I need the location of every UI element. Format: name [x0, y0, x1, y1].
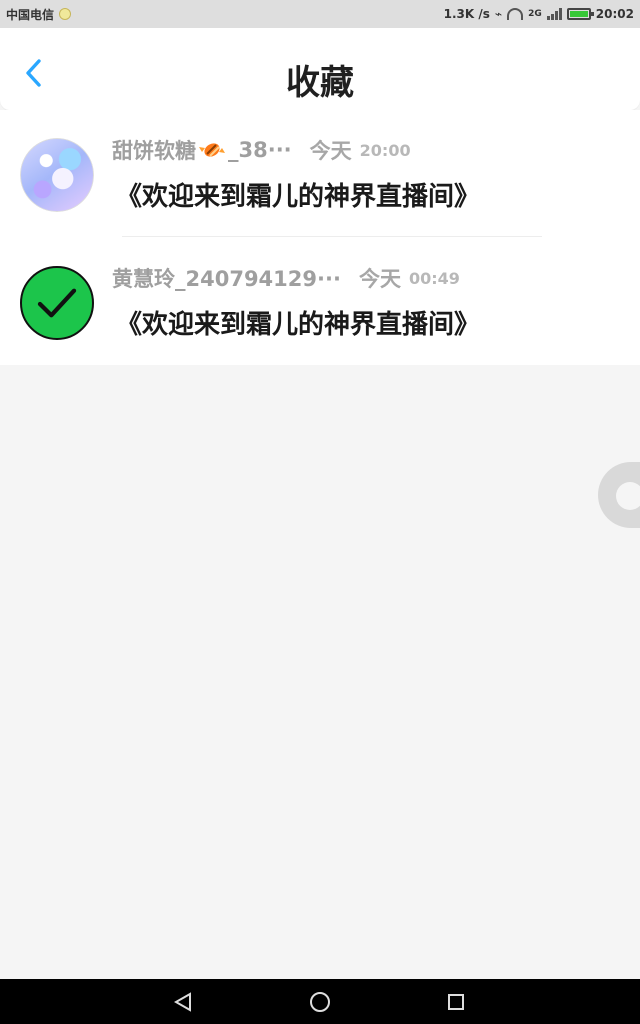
date-label: 今天 [358, 267, 401, 291]
favorites-header: 收藏 [0, 28, 640, 110]
network-speed: 1.3K /s [443, 7, 490, 21]
system-recent-button[interactable] [444, 990, 468, 1014]
mute-icon: ⌁ [494, 7, 503, 21]
author-name: 黄慧玲_240794129··· [112, 267, 341, 291]
status-right: 1.3K /s ⌁ 2G 20:02 [444, 7, 634, 21]
status-time: 20:02 [595, 7, 634, 21]
favorite-meta: 黄慧玲_240794129··· 今天 00:49 [112, 258, 460, 298]
favorite-meta: 甜饼软糖 _38··· 今天 20:00 [112, 130, 411, 170]
live-room-title: 《欢迎来到霜儿的神界直播间》 [116, 182, 481, 212]
notification-icon [59, 8, 72, 20]
status-bar: 中国电信 1.3K /s ⌁ 2G 20:02 [0, 0, 640, 28]
page-title: 收藏 [286, 63, 354, 103]
floating-assist-button[interactable] [598, 462, 640, 528]
triangle-back-icon [173, 992, 191, 1012]
square-recent-icon [448, 994, 464, 1010]
favorites-list: 甜饼软糖 _38··· 今天 20:00 《欢迎来到霜儿的神界直播间》 黄慧玲_… [0, 110, 640, 365]
user-avatar [20, 266, 94, 340]
time-label: 20:00 [359, 140, 411, 160]
author-name: 甜饼软糖 [112, 139, 196, 163]
system-home-button[interactable] [308, 990, 332, 1014]
battery-icon [566, 8, 594, 20]
system-back-button[interactable] [171, 990, 195, 1014]
author-suffix: _38··· [228, 138, 292, 162]
anime-avatar-icon [20, 138, 94, 212]
carrier-label: 中国电信 [6, 7, 55, 22]
checkmark-icon [37, 288, 77, 318]
user-avatar [20, 138, 94, 212]
circle-home-icon [310, 992, 330, 1012]
status-left: 中国电信 [6, 6, 72, 23]
live-room-title: 《欢迎来到霜儿的神界直播间》 [116, 310, 481, 340]
candy-icon [199, 143, 225, 157]
network-type: 2G [528, 9, 542, 19]
wifi-icon [507, 8, 524, 20]
favorite-item[interactable]: 甜饼软糖 _38··· 今天 20:00 《欢迎来到霜儿的神界直播间》 [0, 110, 640, 237]
favorite-item[interactable]: 黄慧玲_240794129··· 今天 00:49 《欢迎来到霜儿的神界直播间》 [0, 238, 640, 364]
row-divider [122, 236, 542, 237]
date-label: 今天 [309, 139, 352, 163]
system-navigation-bar [0, 979, 640, 1024]
signal-icon [546, 8, 562, 20]
time-label: 00:49 [408, 268, 460, 288]
